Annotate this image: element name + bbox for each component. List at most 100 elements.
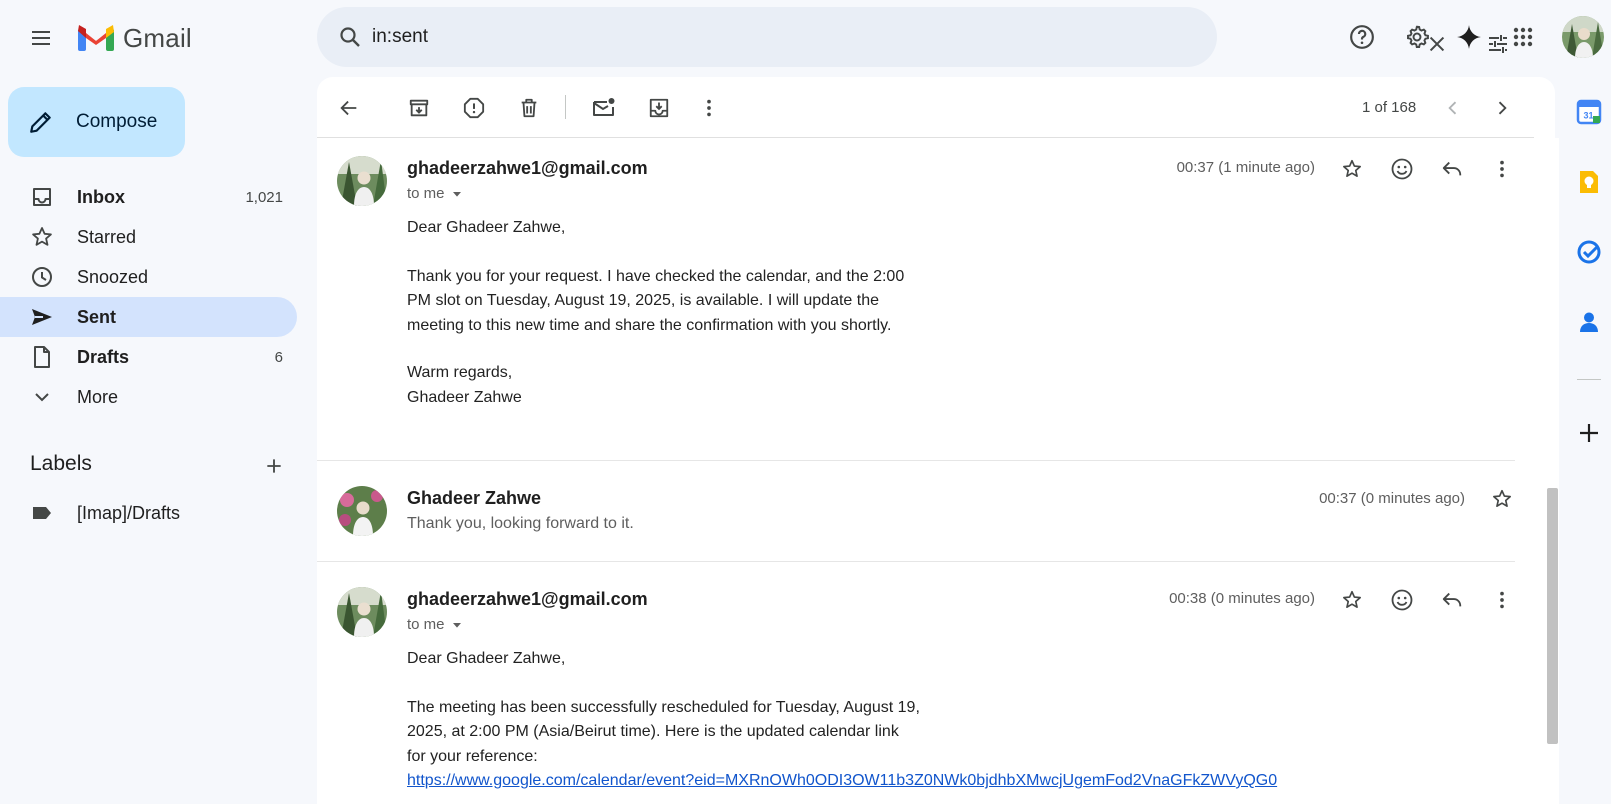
scrollbar-thumb[interactable] <box>1547 488 1558 744</box>
avatar-photo <box>1562 16 1604 58</box>
compose-button[interactable]: Compose <box>8 87 185 157</box>
search-button[interactable] <box>331 18 369 56</box>
get-addons-button[interactable] <box>1573 417 1605 449</box>
star-button[interactable] <box>1334 582 1370 618</box>
search-bar[interactable] <box>317 7 1507 67</box>
mark-unread-button[interactable] <box>585 89 623 127</box>
reply-button[interactable] <box>1434 151 1470 187</box>
body-line: Thank you for your request. I have check… <box>407 267 905 285</box>
toolbar-divider <box>565 95 566 119</box>
chevron-left-icon <box>1448 101 1457 115</box>
plus-icon <box>267 459 281 473</box>
recipient-label: to me <box>407 185 445 202</box>
main-menu-button[interactable] <box>20 17 62 59</box>
older-button[interactable] <box>1483 89 1521 127</box>
message-more-button[interactable] <box>1484 151 1520 187</box>
body-line: for your reference: <box>407 747 538 765</box>
sender-avatar[interactable] <box>337 486 387 536</box>
more-vert-icon <box>707 99 711 117</box>
gmail-logo[interactable]: Gmail <box>77 20 192 56</box>
unread-count: 1,021 <box>245 188 283 206</box>
sidebar-item-label: [Imap]/Drafts <box>77 502 181 523</box>
message-time: 00:37 (1 minute ago) <box>1176 159 1315 176</box>
sidebar-item-inbox[interactable]: Inbox 1,021 <box>0 177 297 217</box>
reply-icon <box>1442 161 1462 176</box>
side-panel-divider <box>1577 379 1601 380</box>
caret-down-icon <box>452 622 461 628</box>
star-icon <box>1343 590 1361 608</box>
star-button[interactable] <box>1484 481 1520 517</box>
sidebar-item-label: Starred <box>77 226 137 247</box>
gemini-button[interactable] <box>1448 16 1490 58</box>
sidebar-item-label: Drafts <box>77 346 130 367</box>
delete-button[interactable] <box>510 89 548 127</box>
add-reaction-button[interactable] <box>1384 582 1420 618</box>
back-button[interactable] <box>330 89 368 127</box>
sidebar-item-more[interactable]: More <box>0 377 297 417</box>
draft-count: 6 <box>274 348 283 366</box>
search-input[interactable] <box>372 21 1072 53</box>
account-avatar[interactable] <box>1562 16 1604 58</box>
sender-avatar[interactable] <box>337 156 387 206</box>
more-vert-icon <box>1500 160 1504 178</box>
avatar-photo <box>337 587 387 637</box>
sidebar-item-snoozed[interactable]: Snoozed <box>0 257 297 297</box>
move-to-inbox-icon <box>649 98 669 118</box>
sidebar-item-label: Inbox <box>77 186 125 207</box>
trash-icon <box>521 98 537 118</box>
calendar-day: 31 <box>1583 111 1593 121</box>
sidebar-item-starred[interactable]: Starred <box>0 217 297 257</box>
message-time: 00:38 (0 minutes ago) <box>1169 590 1315 607</box>
more-actions-button[interactable] <box>690 89 728 127</box>
chevron-right-icon <box>1498 101 1507 115</box>
search-icon <box>340 27 360 47</box>
sidebar-item-label: Snoozed <box>77 266 149 287</box>
keep-app-button[interactable] <box>1573 166 1605 198</box>
recipient-details-toggle[interactable]: to me <box>407 185 465 202</box>
move-to-button[interactable] <box>640 89 678 127</box>
add-reaction-button[interactable] <box>1384 151 1420 187</box>
message-more-button[interactable] <box>1484 582 1520 618</box>
star-icon <box>1493 489 1511 507</box>
hamburger-menu-icon <box>32 31 50 45</box>
support-button[interactable] <box>1341 16 1383 58</box>
archive-icon <box>409 99 429 117</box>
app-name: Gmail <box>123 22 192 53</box>
star-button[interactable] <box>1334 151 1370 187</box>
body-line: Warm regards, <box>407 364 513 381</box>
calendar-app-button[interactable]: 31 <box>1573 96 1605 128</box>
body-line: Dear Ghadeer Zahwe, <box>407 219 566 236</box>
caret-down-icon <box>452 191 461 197</box>
report-spam-button[interactable] <box>455 89 493 127</box>
avatar-photo <box>337 486 387 536</box>
labels-heading: Labels <box>30 452 92 475</box>
emoji-icon <box>1391 589 1413 611</box>
body-line: meeting to this new time and share the c… <box>407 316 892 334</box>
clock-icon <box>32 267 52 287</box>
recipient-details-toggle[interactable]: to me <box>407 616 465 633</box>
sidebar-item-sent[interactable]: Sent <box>0 297 297 337</box>
inbox-icon <box>33 188 51 206</box>
sidebar-item-drafts[interactable]: Drafts 6 <box>0 337 297 377</box>
gear-icon <box>1407 25 1429 48</box>
pagination-count: 1 of 168 <box>1362 99 1417 116</box>
apps-button[interactable] <box>1502 16 1544 58</box>
message-body: Dear Ghadeer Zahwe, Thank you for your r… <box>407 216 1107 410</box>
emoji-icon <box>1391 158 1413 180</box>
collapsed-message[interactable] <box>317 461 1515 561</box>
sidebar-item-label-imap-drafts[interactable]: [Imap]/Drafts <box>0 493 297 533</box>
newer-button[interactable] <box>1434 89 1472 127</box>
create-label-button[interactable] <box>258 450 290 482</box>
reply-button[interactable] <box>1434 582 1470 618</box>
body-line: The meeting has been successfully resche… <box>407 698 920 716</box>
calendar-event-link[interactable]: https://www.google.com/calendar/event?ei… <box>407 772 1277 789</box>
contacts-app-button[interactable] <box>1573 306 1605 338</box>
message-body: Dear Ghadeer Zahwe, The meeting has been… <box>407 647 1527 794</box>
message-time: 00:37 (0 minutes ago) <box>1319 490 1465 507</box>
settings-button[interactable] <box>1396 16 1438 58</box>
sender-avatar[interactable] <box>337 587 387 637</box>
report-icon <box>463 97 485 119</box>
archive-button[interactable] <box>400 89 438 127</box>
tasks-app-button[interactable] <box>1573 236 1605 268</box>
avatar-photo <box>337 156 387 206</box>
